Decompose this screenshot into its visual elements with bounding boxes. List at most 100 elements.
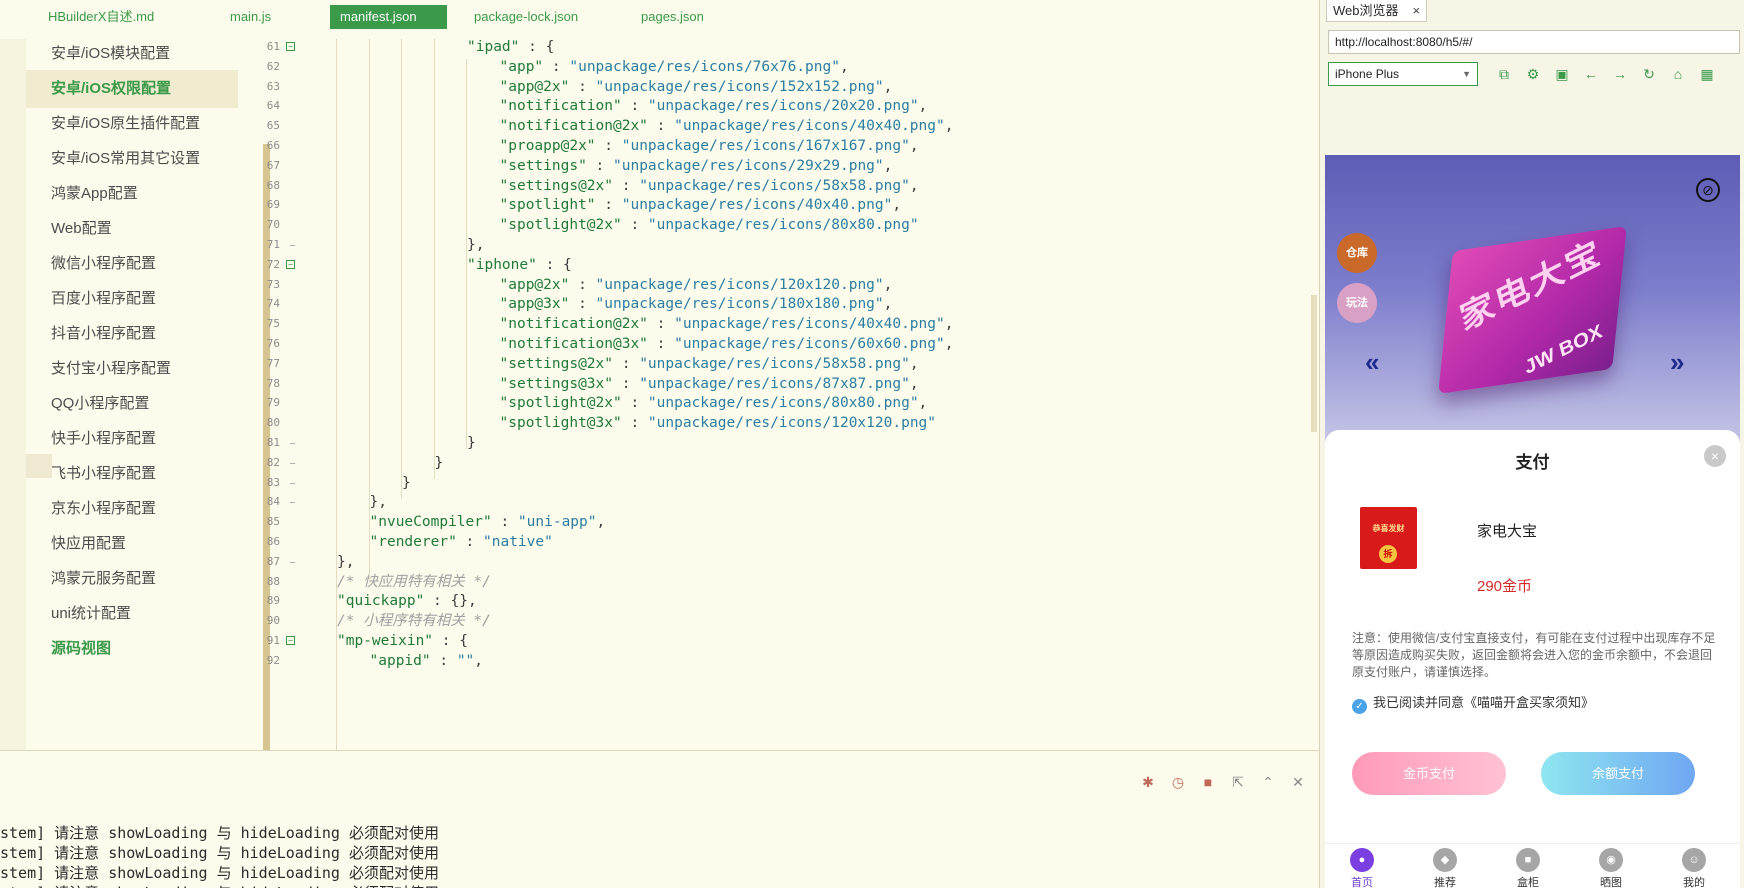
coin-pay-button[interactable]: 金币支付 (1352, 752, 1506, 795)
line-number: 67 (266, 158, 280, 172)
code-token: "notification@2x" (499, 118, 648, 135)
sidebar-item[interactable]: 抖音小程序配置 (26, 315, 238, 353)
fold-toggle-icon[interactable]: − (286, 636, 295, 645)
run-icon[interactable]: ◷ (1169, 773, 1187, 791)
code-editor[interactable]: "ipad" : {"app" : "unpackage/res/icons/7… (304, 39, 1304, 750)
line-number: 73 (266, 277, 280, 291)
code-token: : (569, 276, 596, 293)
tab-hbuilderx-readme[interactable]: HBuilderX自述.md (38, 5, 164, 29)
tab-pages-json[interactable]: pages.json (631, 5, 714, 29)
code-token: , (474, 652, 484, 669)
balance-pay-button[interactable]: 余额支付 (1541, 752, 1695, 795)
nav-label: 晒图 (1600, 877, 1622, 888)
prev-arrow-icon[interactable]: « (1365, 347, 1379, 378)
code-line: }, (337, 551, 354, 573)
sidebar-item[interactable]: 安卓/iOS权限配置 (26, 70, 238, 108)
settings-icon[interactable]: ⚙ (1523, 64, 1543, 84)
checkbox-checked-icon[interactable]: ✓ (1352, 699, 1367, 714)
forward-icon[interactable]: → (1610, 64, 1630, 84)
refresh-icon[interactable]: ↻ (1639, 64, 1659, 84)
lock-icon[interactable]: ⌂ (1668, 64, 1688, 84)
nav-item[interactable]: ◆ 推荐 (1420, 848, 1470, 888)
sidebar-item[interactable]: 安卓/iOS模块配置 (26, 35, 238, 73)
code-token: "appid" (369, 652, 431, 669)
sidebar-item[interactable]: 源码视图 (26, 630, 238, 668)
url-bar[interactable]: http://localhost:8080/h5/#/ (1328, 30, 1740, 54)
sidebar-item[interactable]: QQ小程序配置 (26, 385, 238, 423)
sidebar-item[interactable]: 安卓/iOS常用其它设置 (26, 140, 238, 178)
line-number: 84 (266, 495, 280, 509)
code-line: "spotlight@2x" : "unpackage/res/icons/80… (500, 214, 919, 236)
close-icon[interactable]: × (1704, 445, 1726, 467)
fold-toggle-icon[interactable]: − (286, 42, 295, 51)
device-select[interactable]: iPhone Plus ▼ (1328, 62, 1478, 86)
sound-off-icon[interactable]: ⊘ (1696, 178, 1720, 202)
gift-box-image[interactable]: 家电大宝 JW BOX (1438, 226, 1627, 394)
code-token: "ipad" (467, 39, 520, 55)
fold-toggle-icon[interactable]: − (286, 259, 295, 269)
blindbox-banner: 家电大宝 JW BOX 仓库 玩法 « » ⊘ (1325, 155, 1740, 450)
sidebar-item[interactable]: uni统计配置 (26, 595, 238, 633)
sidebar-item[interactable]: 鸿蒙元服务配置 (26, 560, 238, 598)
tab-manifest-json[interactable]: manifest.json (330, 5, 447, 29)
close-icon[interactable]: × (1413, 3, 1421, 18)
console-icon[interactable]: ▣ (1552, 64, 1572, 84)
line-number: 88 (266, 574, 280, 588)
stop-icon[interactable]: ■ (1199, 773, 1217, 791)
profile-icon: ☺ (1682, 848, 1706, 872)
console-toolbar: ✱ ◷ ■ ⇱ ⌃ ✕ (1139, 773, 1309, 791)
sidebar-item[interactable]: 京东小程序配置 (26, 490, 238, 528)
product-price: 290金币 (1477, 578, 1533, 595)
tab-main-js[interactable]: main.js (220, 5, 281, 29)
sidebar-item[interactable]: 快手小程序配置 (26, 420, 238, 458)
line-number: 66 (266, 139, 280, 152)
code-token: : (595, 197, 622, 214)
sidebar-item[interactable]: 快应用配置 (26, 525, 238, 563)
code-token: "unpackage/res/icons/58x58.png" (639, 177, 910, 194)
tab-package-lock-json[interactable]: package-lock.json (464, 5, 588, 29)
export-icon[interactable]: ⇱ (1229, 773, 1247, 791)
screenshot-icon[interactable]: ⧉ (1494, 64, 1514, 84)
sidebar-item[interactable]: 鸿蒙App配置 (26, 175, 238, 213)
nav-label: 首页 (1351, 877, 1373, 888)
collapse-up-icon[interactable]: ⌃ (1259, 773, 1277, 791)
back-icon[interactable]: ← (1581, 64, 1601, 84)
nav-label: 我的 (1683, 877, 1705, 888)
editor-vertical-scrollbar[interactable] (1311, 295, 1317, 432)
sidebar-item[interactable]: 微信小程序配置 (26, 245, 238, 283)
warehouse-icon[interactable]: 仓库 (1337, 233, 1377, 273)
qrcode-icon[interactable]: ▦ (1697, 64, 1717, 84)
code-token: : (647, 118, 675, 135)
code-line: "notification" : "unpackage/res/icons/20… (500, 95, 928, 117)
bug-icon[interactable]: ✱ (1139, 773, 1157, 791)
sidebar-item[interactable]: Web配置 (26, 210, 238, 248)
sidebar-item[interactable]: 支付宝小程序配置 (26, 350, 238, 388)
agreement-row[interactable]: ✓ 我已阅读并同意《喵喵开盒买家须知》 (1352, 692, 1594, 714)
fold-end-marker (290, 462, 295, 464)
code-token: : (491, 514, 518, 531)
nav-item[interactable]: ◉ 晒图 (1586, 848, 1636, 888)
line-number: 81 (266, 436, 280, 449)
line-number: 72 (266, 257, 280, 271)
next-arrow-icon[interactable]: » (1670, 347, 1684, 378)
code-token: , (909, 355, 919, 372)
code-token: , (839, 58, 849, 75)
sidebar-item[interactable]: 百度小程序配置 (26, 280, 238, 318)
sidebar-item[interactable]: 安卓/iOS原生插件配置 (26, 105, 238, 143)
line-number: 69 (266, 198, 280, 212)
sidebar-item[interactable]: 飞书小程序配置 (26, 455, 238, 493)
code-token: : (543, 58, 570, 75)
product-image-caption: 恭喜发财 (1372, 524, 1405, 533)
browser-tab[interactable]: Web浏览器 × (1326, 0, 1428, 22)
indent-guide (433, 39, 435, 479)
code-token: }, (337, 553, 355, 570)
code-token: , (883, 78, 893, 95)
fold-end-marker (290, 245, 295, 246)
play-guide-icon[interactable]: 玩法 (1337, 283, 1377, 323)
code-token: "unpackage/res/icons/60x60.png" (674, 336, 945, 352)
nav-item[interactable]: ● 首页 (1337, 848, 1387, 888)
nav-item[interactable]: ☺ 我的 (1669, 848, 1719, 888)
nav-item[interactable]: ■ 盒柜 (1503, 848, 1553, 888)
bottom-tab-bar: ● 首页 ◆ 推荐 ■ 盒柜 ◉ 晒图 ☺ 我的 (1325, 843, 1740, 888)
clear-icon[interactable]: ✕ (1289, 773, 1307, 791)
